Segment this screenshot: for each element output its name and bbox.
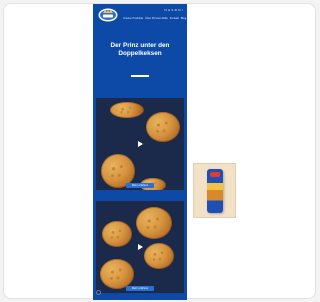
video-teaser-1[interactable]: Mehr erfahren [96,98,184,190]
hero-title: Der Prinz unter den Doppelkeksen [97,42,183,57]
website-preview[interactable]: N A V D N / Unsere Produkte Über Prinzen… [93,4,187,300]
nav-item-about[interactable]: Über Prinzen Rolle [145,17,168,20]
video-teaser-2[interactable]: Mehr erfahren [96,201,184,293]
video-cta-button[interactable]: Mehr erfahren [126,286,154,291]
nav-item-blog[interactable]: Blog [181,17,186,20]
nav-item-products[interactable]: Unsere Produkte [123,17,143,20]
cookie-image [102,221,132,247]
cookie-image [144,243,174,269]
cookie-image [110,102,144,118]
hero-title-line-2: Doppelkeksen [118,49,162,57]
nav-item-contact[interactable]: Kontakt [170,17,179,20]
cookie-image [100,259,134,289]
language-switch[interactable]: N A V D N / [165,8,183,12]
cookie-image [146,112,180,142]
product-package-image [207,169,223,213]
hero-divider [131,75,149,77]
main-navigation: Unsere Produkte Über Prinzen Rolle Konta… [123,17,186,20]
prinzen-rolle-logo[interactable] [98,7,118,22]
product-thumbnail[interactable] [193,163,236,218]
video-cta-button[interactable]: Mehr erfahren [126,183,154,188]
play-icon[interactable] [138,141,143,147]
circle-icon [96,290,101,295]
play-icon[interactable] [138,244,143,250]
language-label[interactable]: N A V D N / [165,8,183,12]
hero-title-line-1: Der Prinz unter den [110,42,170,49]
cookie-image [136,207,172,239]
